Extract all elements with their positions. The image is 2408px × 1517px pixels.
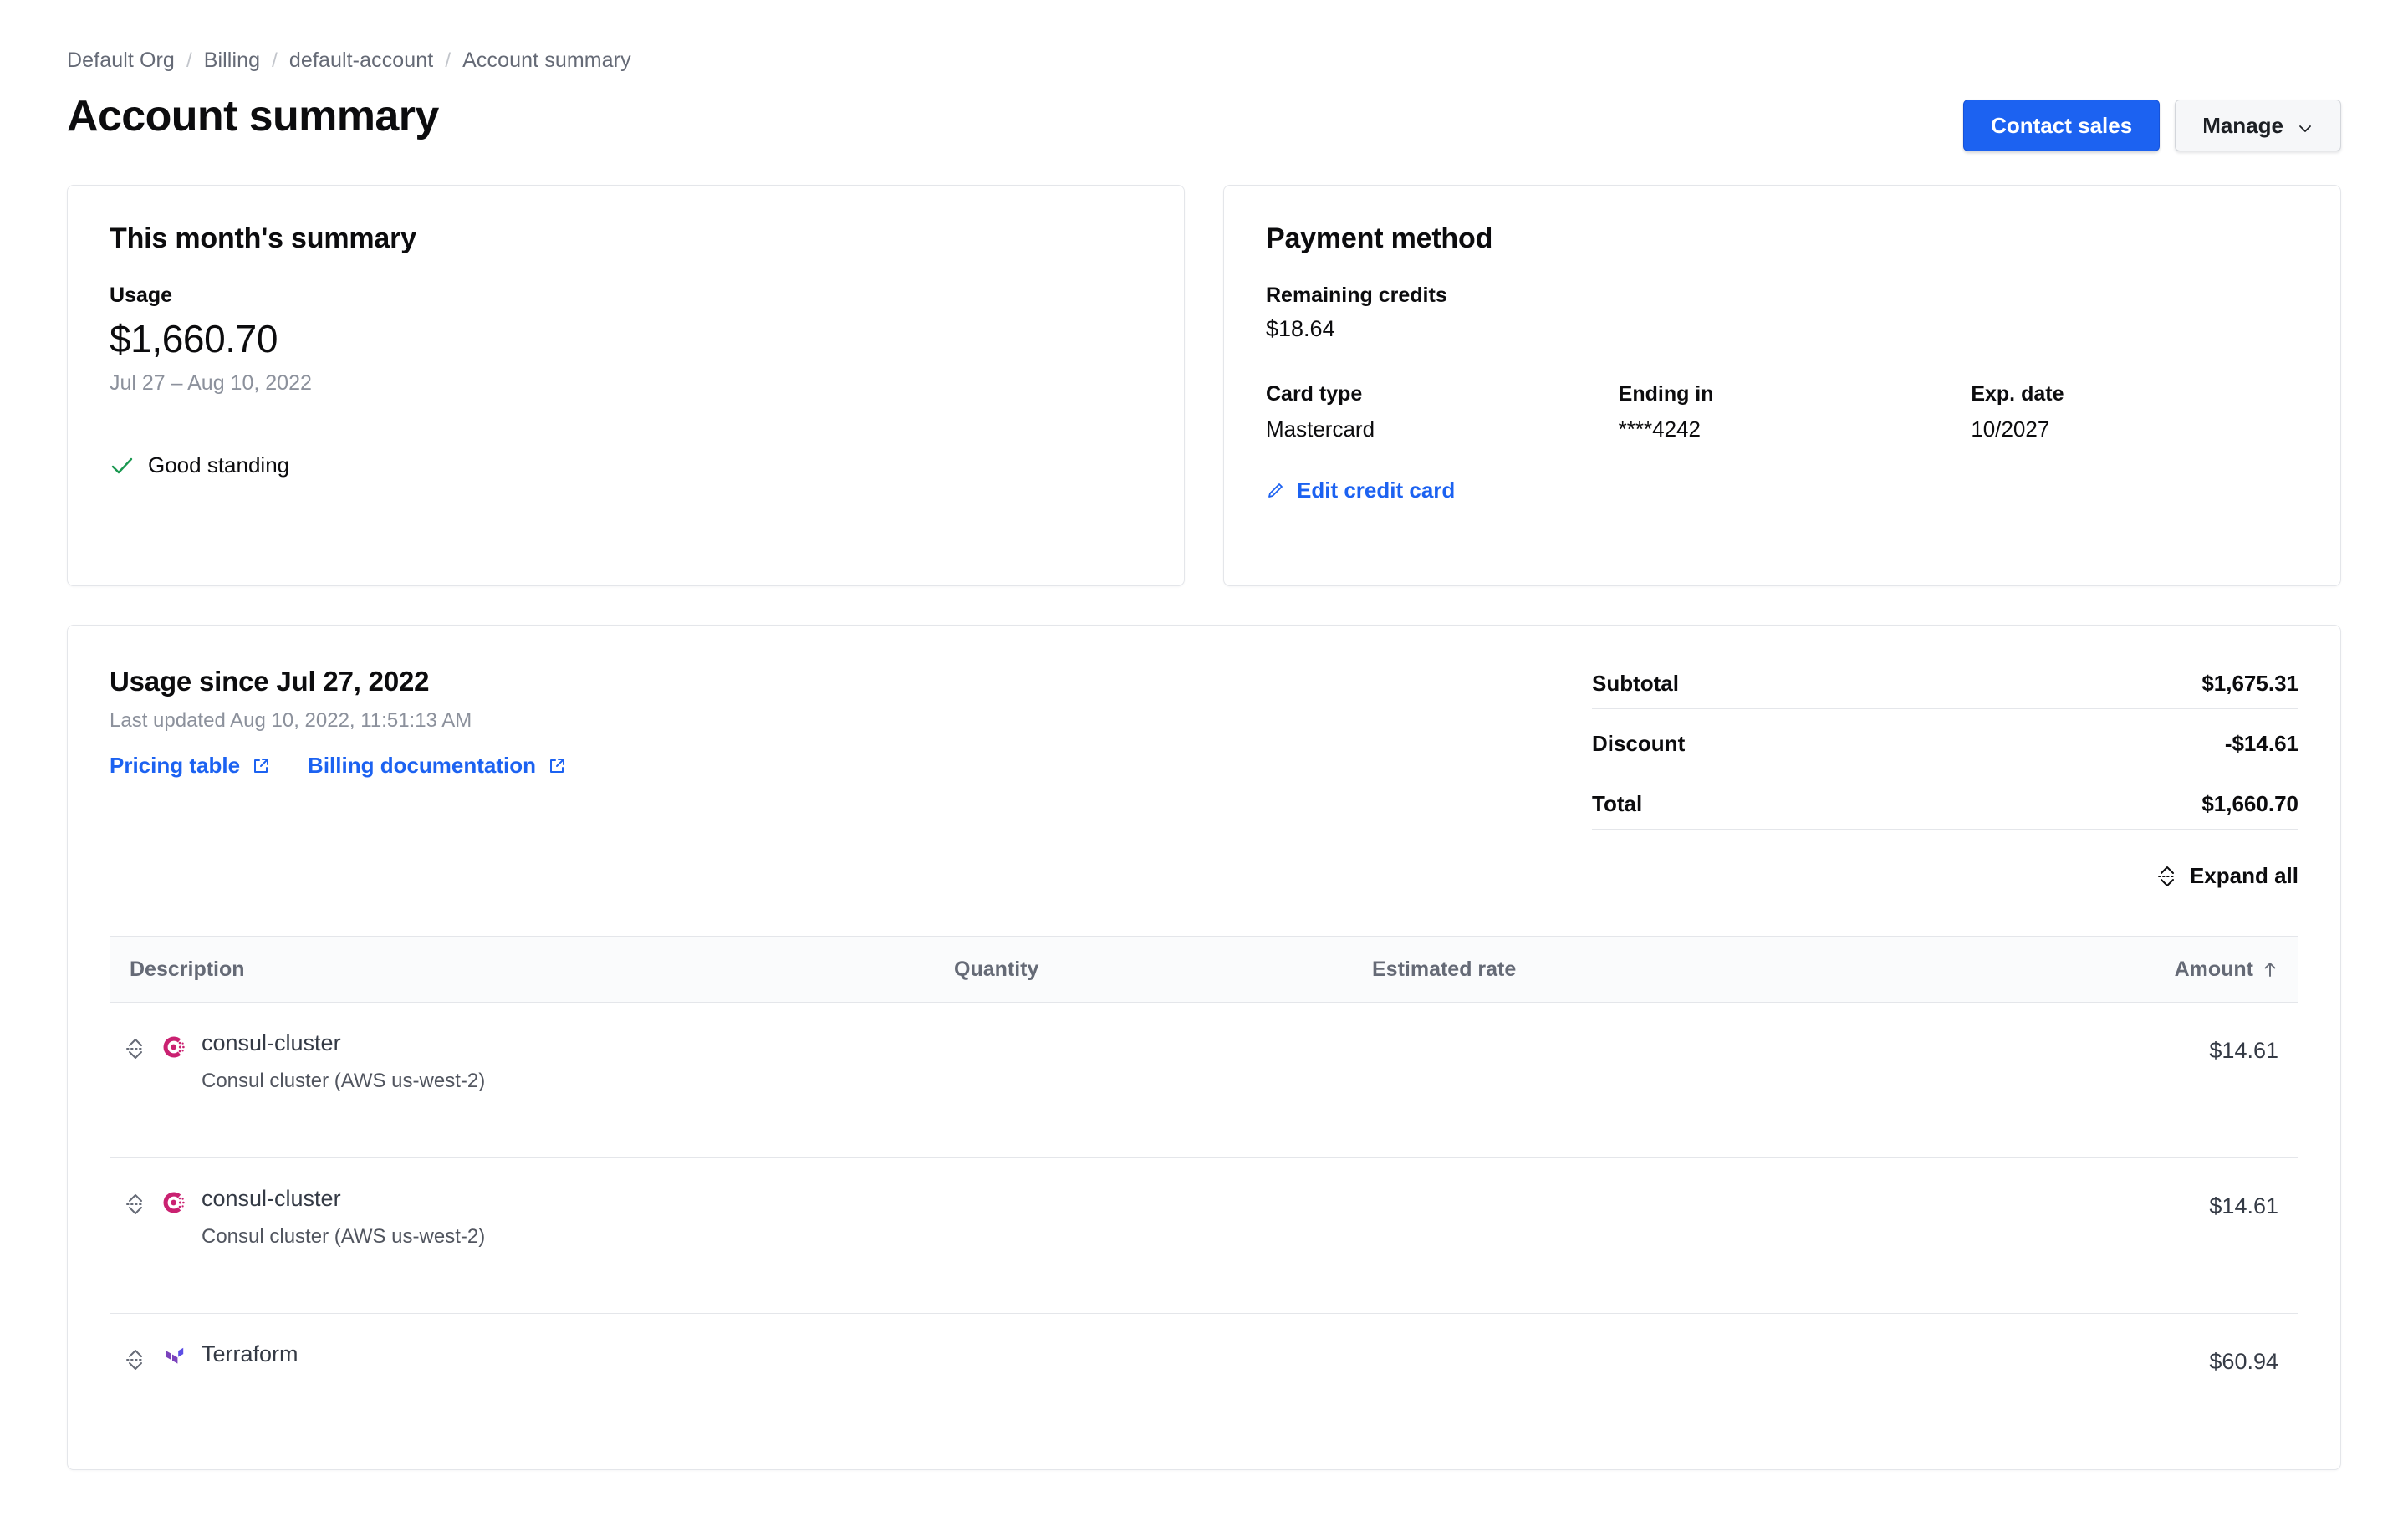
contact-sales-label: Contact sales [1991, 112, 2133, 138]
pricing-table-label: Pricing table [110, 753, 241, 778]
remaining-credits-label: Remaining credits [1266, 283, 1447, 307]
usage-date-range: Jul 27 – Aug 10, 2022 [110, 371, 312, 395]
row-description-cell: consul-cluster Consul cluster (AWS us-we… [110, 1186, 954, 1249]
table-header-row: Description Quantity Estimated rate Amou… [110, 936, 2298, 1003]
breadcrumb-separator-icon: / [186, 49, 192, 72]
breadcrumb-separator-icon: / [445, 49, 452, 72]
table-row[interactable]: consul-cluster Consul cluster (AWS us-we… [110, 1003, 2298, 1158]
row-amount: $14.61 [2209, 1038, 2278, 1063]
expand-all-button[interactable]: Expand all [1592, 863, 2298, 889]
breadcrumb-item-billing[interactable]: Billing [204, 49, 260, 73]
breadcrumb-item-default-org[interactable]: Default Org [67, 49, 175, 73]
summary-cards-row: This month's summary Usage $1,660.70 Jul… [67, 185, 2341, 586]
column-header-amount-label: Amount [2174, 957, 2253, 981]
external-link-icon [251, 756, 271, 776]
remaining-credits-value: $18.64 [1266, 316, 1335, 341]
card-type-label: Card type [1266, 382, 1363, 406]
breadcrumb-separator-icon: / [272, 49, 278, 72]
contact-sales-button[interactable]: Contact sales [1963, 100, 2161, 151]
column-header-description[interactable]: Description [110, 958, 954, 982]
expand-collapse-icon[interactable] [125, 1192, 146, 1217]
usage-title: Usage since Jul 27, 2022 [110, 666, 430, 697]
expand-collapse-icon [2156, 864, 2178, 889]
breadcrumb: Default Org / Billing / default-account … [67, 0, 2341, 73]
row-amount: $60.94 [2209, 1349, 2278, 1374]
row-subtitle: Consul cluster (AWS us-west-2) [202, 1069, 486, 1092]
expand-all-label: Expand all [2189, 863, 2298, 888]
usage-last-updated: Last updated Aug 10, 2022, 11:51:13 AM [110, 709, 472, 732]
exp-date-value: 10/2027 [1971, 416, 2050, 442]
payment-method-card: Payment method Remaining credits $18.64 … [1223, 185, 2341, 586]
row-name: Terraform [202, 1341, 298, 1366]
usage-label: Usage [110, 283, 173, 307]
column-header-estimated-rate[interactable]: Estimated rate [1372, 958, 1916, 982]
chevron-down-icon [2297, 117, 2314, 134]
usage-card-header: Usage since Jul 27, 2022 Last updated Au… [110, 662, 2298, 889]
summary-card-title: This month's summary [110, 222, 416, 254]
usage-table: Description Quantity Estimated rate Amou… [110, 936, 2298, 1469]
column-header-amount[interactable]: Amount [1916, 958, 2298, 982]
pencil-icon [1266, 481, 1286, 501]
ending-in-field: Ending in ****4242 [1619, 382, 1946, 442]
usage-card: Usage since Jul 27, 2022 Last updated Au… [67, 625, 2341, 1470]
card-type-value: Mastercard [1266, 416, 1375, 442]
row-name: consul-cluster [202, 1030, 341, 1055]
this-month-summary-card: This month's summary Usage $1,660.70 Jul… [67, 185, 1185, 586]
consul-icon [161, 1034, 186, 1060]
breadcrumb-item-default-account[interactable]: default-account [289, 49, 433, 73]
arrow-up-icon [2262, 960, 2278, 978]
breadcrumb-item-account-summary[interactable]: Account summary [462, 49, 631, 73]
payment-card-title: Payment method [1266, 222, 1493, 254]
total-row: Total $1,660.70 [1592, 783, 2298, 830]
usage-amount: $1,660.70 [110, 317, 278, 360]
check-icon [110, 453, 135, 478]
expand-collapse-icon[interactable] [125, 1347, 146, 1372]
discount-value: -$14.61 [2224, 731, 2298, 756]
billing-documentation-link[interactable]: Billing documentation [308, 753, 567, 779]
row-name: consul-cluster [202, 1186, 341, 1211]
table-row[interactable]: Terraform $60.94 [110, 1314, 2298, 1469]
row-description-text: consul-cluster Consul cluster (AWS us-we… [202, 1030, 486, 1093]
ending-in-value: ****4242 [1618, 416, 1701, 442]
standing-label: Good standing [148, 452, 290, 478]
billing-documentation-label: Billing documentation [308, 753, 537, 778]
discount-row: Discount -$14.61 [1592, 723, 2298, 769]
subtotal-value: $1,675.31 [2201, 671, 2298, 696]
account-summary-page: Default Org / Billing / default-account … [0, 0, 2408, 1517]
pricing-table-link[interactable]: Pricing table [110, 753, 271, 779]
row-description-text: consul-cluster Consul cluster (AWS us-we… [202, 1186, 486, 1249]
row-subtitle: Consul cluster (AWS us-west-2) [202, 1224, 486, 1248]
card-type-field: Card type Mastercard [1266, 382, 1594, 442]
total-label: Total [1592, 791, 1643, 816]
manage-label: Manage [2202, 112, 2283, 138]
exp-date-label: Exp. date [1971, 382, 2064, 406]
ending-in-label: Ending in [1618, 382, 1714, 406]
consul-icon [161, 1190, 186, 1215]
expand-collapse-icon[interactable] [125, 1036, 146, 1061]
page-title: Account summary [67, 92, 439, 140]
totals-block: Subtotal $1,675.31 Discount -$14.61 Tota… [1592, 662, 2298, 889]
manage-button[interactable]: Manage [2175, 100, 2341, 151]
subtotal-row: Subtotal $1,675.31 [1592, 662, 2298, 709]
column-header-quantity[interactable]: Quantity [954, 958, 1372, 982]
row-description-text: Terraform [202, 1341, 298, 1381]
subtotal-label: Subtotal [1592, 671, 1679, 696]
discount-label: Discount [1592, 731, 1686, 756]
usage-header-left: Usage since Jul 27, 2022 Last updated Au… [110, 662, 567, 779]
page-header: Account summary Contact sales Manage [67, 92, 2341, 151]
row-description-cell: consul-cluster Consul cluster (AWS us-we… [110, 1030, 954, 1093]
terraform-icon [161, 1346, 186, 1371]
external-link-icon [547, 756, 567, 776]
usage-links: Pricing table Billing documentation [110, 753, 567, 779]
row-description-cell: Terraform [110, 1341, 954, 1381]
total-value: $1,660.70 [2201, 791, 2298, 816]
card-details-grid: Card type Mastercard Ending in ****4242 … [1266, 382, 2298, 442]
account-standing: Good standing [110, 452, 1142, 478]
row-amount: $14.61 [2209, 1193, 2278, 1218]
table-row[interactable]: consul-cluster Consul cluster (AWS us-we… [110, 1158, 2298, 1314]
edit-credit-card-label: Edit credit card [1297, 478, 1456, 503]
header-actions: Contact sales Manage [1963, 100, 2341, 151]
exp-date-field: Exp. date 10/2027 [1971, 382, 2298, 442]
edit-credit-card-link[interactable]: Edit credit card [1266, 478, 1455, 503]
